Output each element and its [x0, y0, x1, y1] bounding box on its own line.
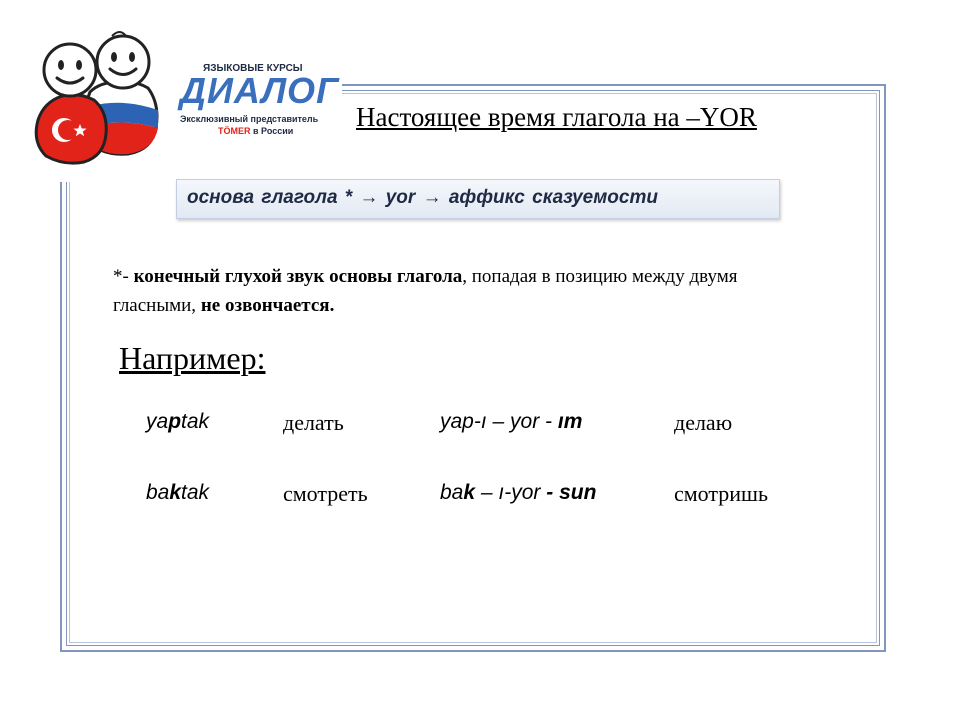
- example-form: yap-ı – yor - ım: [440, 410, 582, 434]
- note-bold-2: не озвончается.: [200, 295, 335, 316]
- note-prefix: *-: [113, 266, 134, 287]
- example-verb: baktak: [146, 481, 209, 505]
- logo-tagline-bottom-rest: в России: [250, 126, 294, 136]
- logo-brand: ДИАЛОГ: [180, 70, 340, 111]
- form-stem: ba: [440, 481, 464, 504]
- example-form: bak – ı-yor - sun: [440, 481, 596, 505]
- form-ending: - sun: [540, 481, 597, 504]
- rule-note: *- конечный глухой звук основы глагола, …: [113, 262, 793, 320]
- logo-tagline-middle: Эксклюзивный представитель: [180, 114, 319, 124]
- form-consonant: k: [463, 481, 476, 504]
- verb-part: tak: [181, 410, 210, 433]
- example-form-translation: делаю: [674, 410, 733, 435]
- slide-title: Настоящее время глагола на –YOR: [356, 102, 757, 132]
- tomer-highlight: TÖMER: [218, 126, 251, 136]
- verb-part: ya: [146, 410, 169, 433]
- form-suffix: – ı-yor: [475, 481, 541, 504]
- form-suffix: ı – yor -: [480, 410, 558, 433]
- example-translation: делать: [283, 410, 344, 435]
- verb-part: ba: [146, 481, 170, 504]
- logo-tagline-bottom: TÖMER в России: [218, 126, 293, 136]
- turkey-mascot: [34, 42, 108, 165]
- verb-consonant: p: [168, 410, 182, 433]
- example-form-translation: смотришь: [674, 481, 769, 506]
- verb-consonant: k: [169, 481, 182, 504]
- formula-box: основа глагола * → yor → аффикс сказуемо…: [176, 179, 780, 219]
- verb-part: tak: [181, 481, 210, 504]
- example-heading: Например:: [119, 340, 266, 376]
- note-bold-1: конечный глухой звук основы глагола: [133, 266, 463, 287]
- form-ending: ım: [557, 410, 583, 433]
- example-translation: смотреть: [283, 481, 368, 506]
- mascot-logo: [34, 31, 159, 165]
- form-stem: yap-: [440, 410, 481, 433]
- example-verb: yaptak: [146, 410, 209, 434]
